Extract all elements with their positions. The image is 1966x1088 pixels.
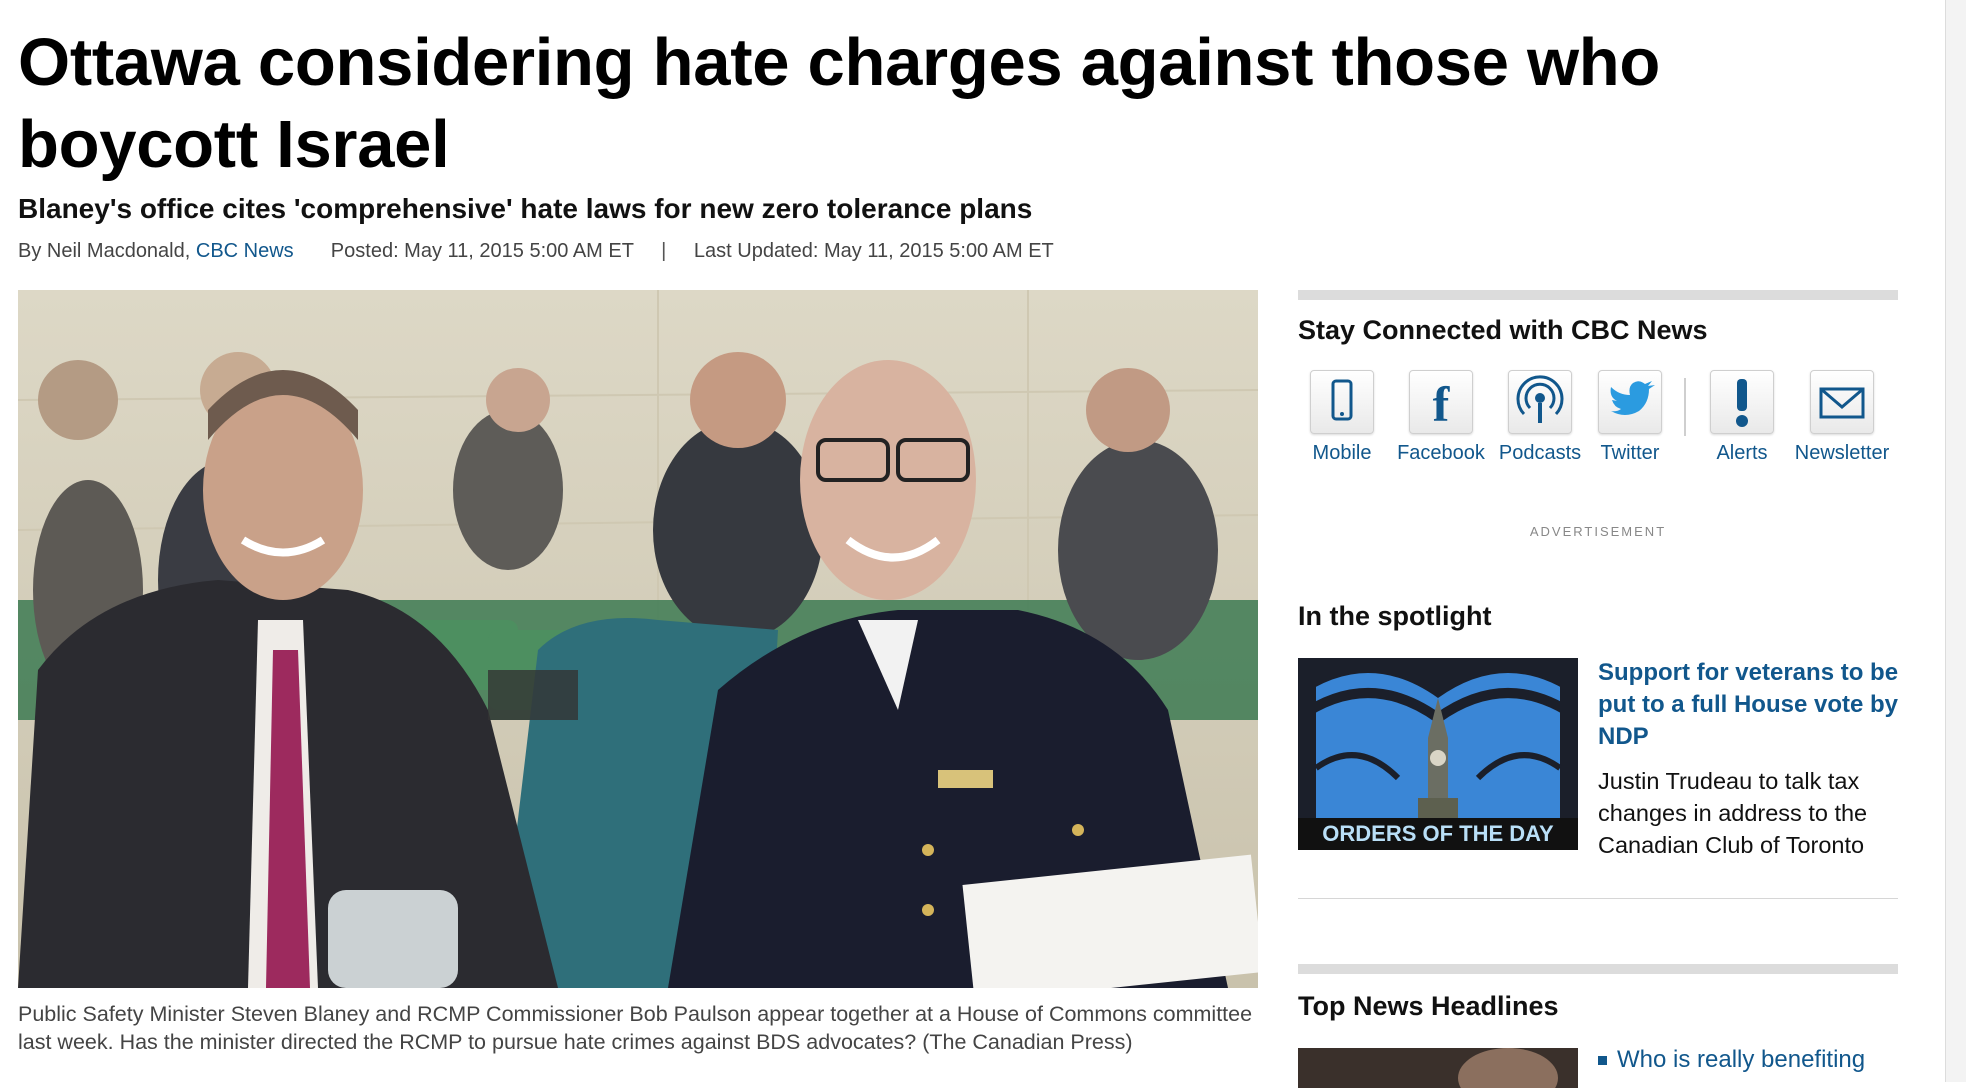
social-link-twitter[interactable]: Twitter xyxy=(1590,370,1670,465)
updated-timestamp: Last Updated: May 11, 2015 5:00 AM ET xyxy=(693,240,1054,262)
social-links: Mobile f Facebook Podcasts Twitter Alert… xyxy=(1298,370,1898,470)
podcast-icon xyxy=(1508,370,1572,434)
spotlight-headline-link[interactable]: Support for veterans to be put to a full… xyxy=(1598,657,1908,753)
social-link-podcasts[interactable]: Podcasts xyxy=(1490,370,1590,465)
byline-separator: | xyxy=(661,240,667,262)
photo-caption: Public Safety Minister Steven Blaney and… xyxy=(18,1002,1253,1054)
scrollbar[interactable] xyxy=(1945,0,1966,1082)
article-headline: Ottawa considering hate charges against … xyxy=(18,25,1661,182)
social-link-alerts[interactable]: Alerts xyxy=(1702,370,1782,465)
social-label-alerts: Alerts xyxy=(1716,442,1768,464)
social-label-podcasts: Podcasts xyxy=(1498,442,1582,464)
bullet-square-icon xyxy=(1598,1056,1607,1066)
article-subheadline: Blaney's office cites 'comprehensive' ha… xyxy=(18,193,1033,224)
top-news-thumbnail[interactable] xyxy=(1298,1048,1578,1088)
spotlight-summary: Justin Trudeau to talk tax changes in ad… xyxy=(1598,768,1868,858)
social-label-mobile: Mobile xyxy=(1312,442,1372,464)
social-link-facebook[interactable]: f Facebook xyxy=(1386,370,1496,465)
social-link-mobile[interactable]: Mobile xyxy=(1302,370,1382,465)
top-news-item[interactable]: Who is really benefiting xyxy=(1598,1046,1928,1074)
spotlight-image[interactable]: ORDERS OF THE DAY xyxy=(1298,658,1578,850)
advertisement-label: ADVERTISEMENT xyxy=(1529,524,1667,539)
spotlight-image-tag: ORDERS OF THE DAY xyxy=(1298,818,1578,850)
social-link-newsletter[interactable]: Newsletter xyxy=(1790,370,1894,465)
social-label-twitter: Twitter xyxy=(1600,442,1660,464)
exclamation-alert-icon xyxy=(1710,370,1774,434)
sidebar-divider xyxy=(1298,898,1898,899)
top-news-bar xyxy=(1298,964,1898,974)
social-label-facebook: Facebook xyxy=(1397,442,1485,464)
twitter-bird-icon xyxy=(1598,370,1662,434)
spotlight-heading: In the spotlight xyxy=(1298,601,1492,631)
mobile-phone-icon xyxy=(1310,370,1374,434)
social-divider xyxy=(1684,378,1686,436)
facebook-icon: f xyxy=(1409,370,1473,434)
top-news-heading: Top News Headlines xyxy=(1298,991,1559,1021)
sidebar-top-bar xyxy=(1298,290,1898,300)
social-label-newsletter: Newsletter xyxy=(1794,442,1890,464)
byline-source-link[interactable]: CBC News xyxy=(196,240,294,262)
envelope-icon xyxy=(1810,370,1874,434)
stay-connected-heading: Stay Connected with CBC News xyxy=(1298,315,1708,345)
byline-author: By Neil Macdonald, xyxy=(18,240,191,262)
article-photo xyxy=(18,290,1258,988)
top-news-item-label: Who is really benefiting xyxy=(1617,1046,1866,1073)
posted-timestamp: Posted: May 11, 2015 5:00 AM ET xyxy=(330,240,634,262)
svg-text:f: f xyxy=(1433,376,1451,432)
byline: By Neil Macdonald, CBC News Posted: May … xyxy=(18,240,1054,263)
